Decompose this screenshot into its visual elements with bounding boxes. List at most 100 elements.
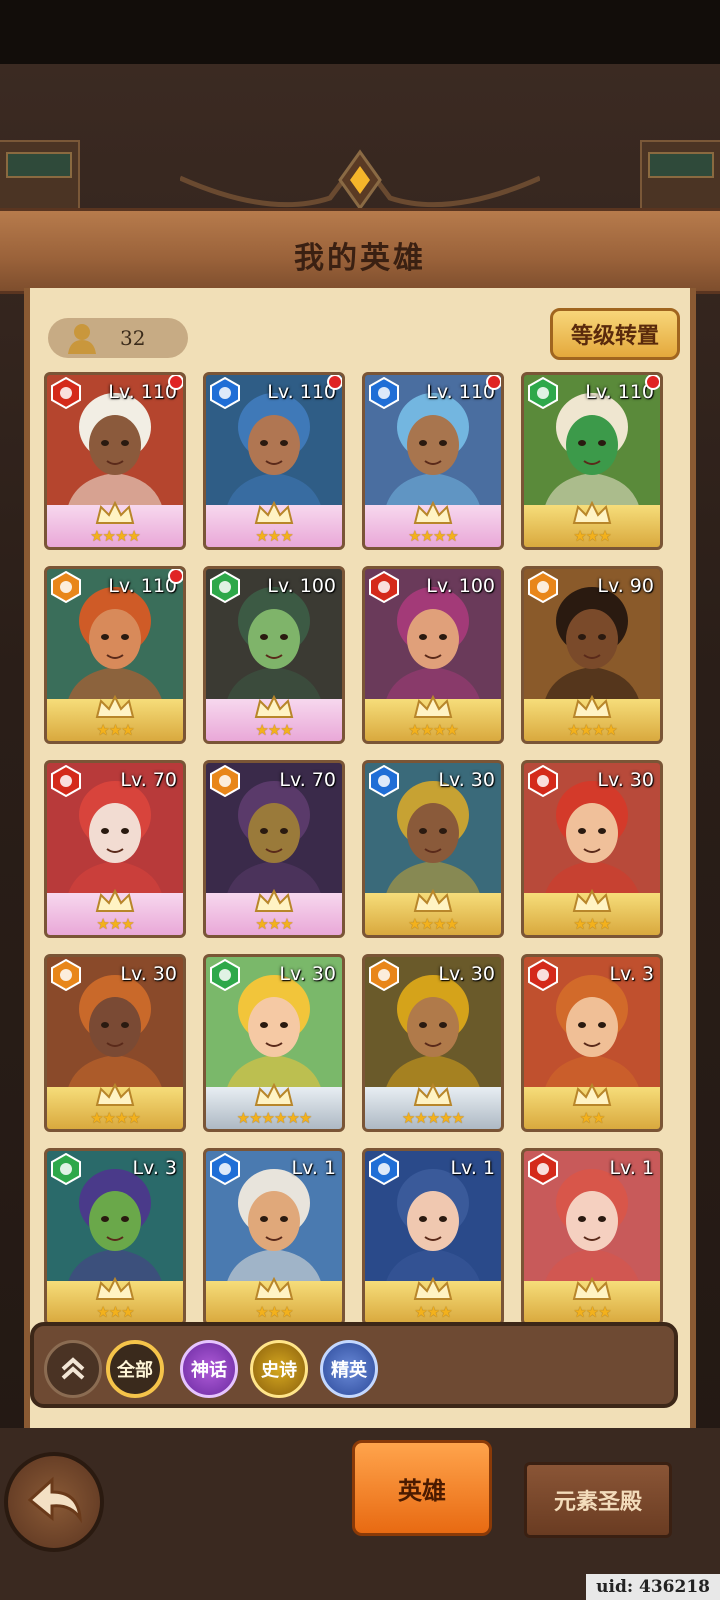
- fire-element-icon: [528, 765, 558, 797]
- star-rating: ★★★: [573, 1303, 611, 1321]
- hero-level: Lv. 1: [291, 1157, 336, 1179]
- filter-epic-button[interactable]: 史诗: [250, 1340, 308, 1398]
- hero-level: Lv. 30: [438, 769, 495, 791]
- rank-crown-icon: [572, 695, 612, 718]
- hero-level: Lv. 1: [450, 1157, 495, 1179]
- hero-card[interactable]: ★★★★★★ Lv. 30: [203, 954, 345, 1132]
- hero-level: Lv. 100: [267, 575, 336, 597]
- nature-element-icon: [210, 959, 240, 991]
- right-pillar-decoration: [640, 140, 720, 214]
- rank-crown-icon: [254, 889, 294, 912]
- nature-element-icon: [528, 377, 558, 409]
- hero-level: Lv. 3: [609, 963, 654, 985]
- hero-card[interactable]: ★★★★ Lv. 110: [44, 372, 186, 550]
- hero-card[interactable]: ★★★ Lv. 100: [203, 566, 345, 744]
- back-arrow-icon: [27, 1476, 82, 1524]
- rank-crown-icon: [95, 1277, 135, 1300]
- star-rating: ★★★: [96, 1303, 134, 1321]
- hero-card[interactable]: ★★★★ Lv. 90: [521, 566, 663, 744]
- hero-card[interactable]: ★★★★ Lv. 100: [362, 566, 504, 744]
- notification-dot: [486, 375, 501, 390]
- earth-element-icon: [369, 959, 399, 991]
- hero-card[interactable]: ★★★★ Lv. 30: [362, 760, 504, 938]
- filter-bar: 全部 神话 史诗 精英: [30, 1322, 678, 1408]
- rank-crown-icon: [95, 889, 135, 912]
- hero-level: Lv. 90: [597, 575, 654, 597]
- hero-card[interactable]: ★★★ Lv. 1: [521, 1148, 663, 1326]
- hero-level: Lv. 3: [132, 1157, 177, 1179]
- star-rating: ★★★★: [408, 915, 459, 933]
- earth-element-icon: [51, 571, 81, 603]
- star-rating: ★★★: [255, 915, 293, 933]
- rank-crown-icon: [413, 695, 453, 718]
- star-rating: ★★★★: [408, 527, 459, 545]
- hero-card[interactable]: ★★★★★ Lv. 30: [362, 954, 504, 1132]
- rank-crown-icon: [254, 1277, 294, 1300]
- hero-card[interactable]: ★★★ Lv. 30: [521, 760, 663, 938]
- left-pillar-decoration: [0, 140, 80, 214]
- hero-card[interactable]: ★★★★ Lv. 110: [362, 372, 504, 550]
- rank-crown-icon: [413, 1277, 453, 1300]
- hero-card[interactable]: ★★★ Lv. 1: [203, 1148, 345, 1326]
- filter-all-button[interactable]: 全部: [106, 1340, 164, 1398]
- rank-crown-icon: [413, 1083, 453, 1106]
- star-rating: ★★★★: [408, 721, 459, 739]
- filter-myth-button[interactable]: 神话: [180, 1340, 238, 1398]
- star-rating: ★★★: [96, 721, 134, 739]
- title-bar: 我的英雄: [0, 208, 720, 294]
- level-reset-button[interactable]: 等级转置: [550, 308, 680, 360]
- hero-card[interactable]: ★★★ Lv. 70: [203, 760, 345, 938]
- hero-level: Lv. 70: [279, 769, 336, 791]
- star-rating: ★★★★: [90, 527, 141, 545]
- tab-element-temple[interactable]: 元素圣殿: [524, 1462, 672, 1538]
- hero-level: Lv. 100: [426, 575, 495, 597]
- hero-card[interactable]: ★★★ Lv. 110: [203, 372, 345, 550]
- hero-count: 32: [120, 326, 146, 350]
- status-bar: [0, 0, 720, 64]
- back-button[interactable]: [4, 1452, 104, 1552]
- collapse-filter-button[interactable]: [44, 1340, 102, 1398]
- star-rating: ★★★★★★: [236, 1109, 313, 1127]
- hero-card[interactable]: ★★★ Lv. 110: [521, 372, 663, 550]
- star-rating: ★★★: [414, 1303, 452, 1321]
- hero-level: Lv. 110: [108, 575, 177, 597]
- earth-element-icon: [51, 959, 81, 991]
- hero-level: Lv. 110: [585, 381, 654, 403]
- hero-grid: ★★★★ Lv. 110 ★★★ Lv. 110 ★★★★ Lv. 110 ★★★ Lv. 1…: [40, 372, 680, 1336]
- hero-card[interactable]: ★★★★ Lv. 30: [44, 954, 186, 1132]
- hero-level: Lv. 30: [120, 963, 177, 985]
- hero-card[interactable]: ★★★ Lv. 3: [44, 1148, 186, 1326]
- notification-dot: [645, 375, 660, 390]
- fire-element-icon: [528, 1153, 558, 1185]
- rank-crown-icon: [572, 501, 612, 524]
- hero-card[interactable]: ★★ Lv. 3: [521, 954, 663, 1132]
- rank-crown-icon: [413, 501, 453, 524]
- tab-heroes[interactable]: 英雄: [352, 1440, 492, 1536]
- star-rating: ★★★: [255, 1303, 293, 1321]
- rank-crown-icon: [572, 1277, 612, 1300]
- rank-crown-icon: [254, 501, 294, 524]
- filter-elite-button[interactable]: 精英: [320, 1340, 378, 1398]
- hero-card[interactable]: ★★★ Lv. 70: [44, 760, 186, 938]
- star-rating: ★★★: [96, 915, 134, 933]
- water-element-icon: [210, 1153, 240, 1185]
- star-rating: ★★★: [255, 721, 293, 739]
- earth-element-icon: [528, 571, 558, 603]
- water-element-icon: [369, 377, 399, 409]
- fire-element-icon: [51, 377, 81, 409]
- hero-card[interactable]: ★★★ Lv. 110: [44, 566, 186, 744]
- hero-card[interactable]: ★★★ Lv. 1: [362, 1148, 504, 1326]
- star-rating: ★★: [579, 1109, 606, 1127]
- hero-level: Lv. 110: [108, 381, 177, 403]
- notification-dot: [168, 569, 183, 584]
- hero-level: Lv. 70: [120, 769, 177, 791]
- fire-element-icon: [51, 765, 81, 797]
- double-chevron-up-icon: [61, 1357, 85, 1380]
- hero-level: Lv. 30: [438, 963, 495, 985]
- hero-level: Lv. 30: [279, 963, 336, 985]
- hero-level: Lv. 110: [426, 381, 495, 403]
- rank-crown-icon: [95, 501, 135, 524]
- water-element-icon: [369, 1153, 399, 1185]
- rank-crown-icon: [413, 889, 453, 912]
- star-rating: ★★★★: [567, 721, 618, 739]
